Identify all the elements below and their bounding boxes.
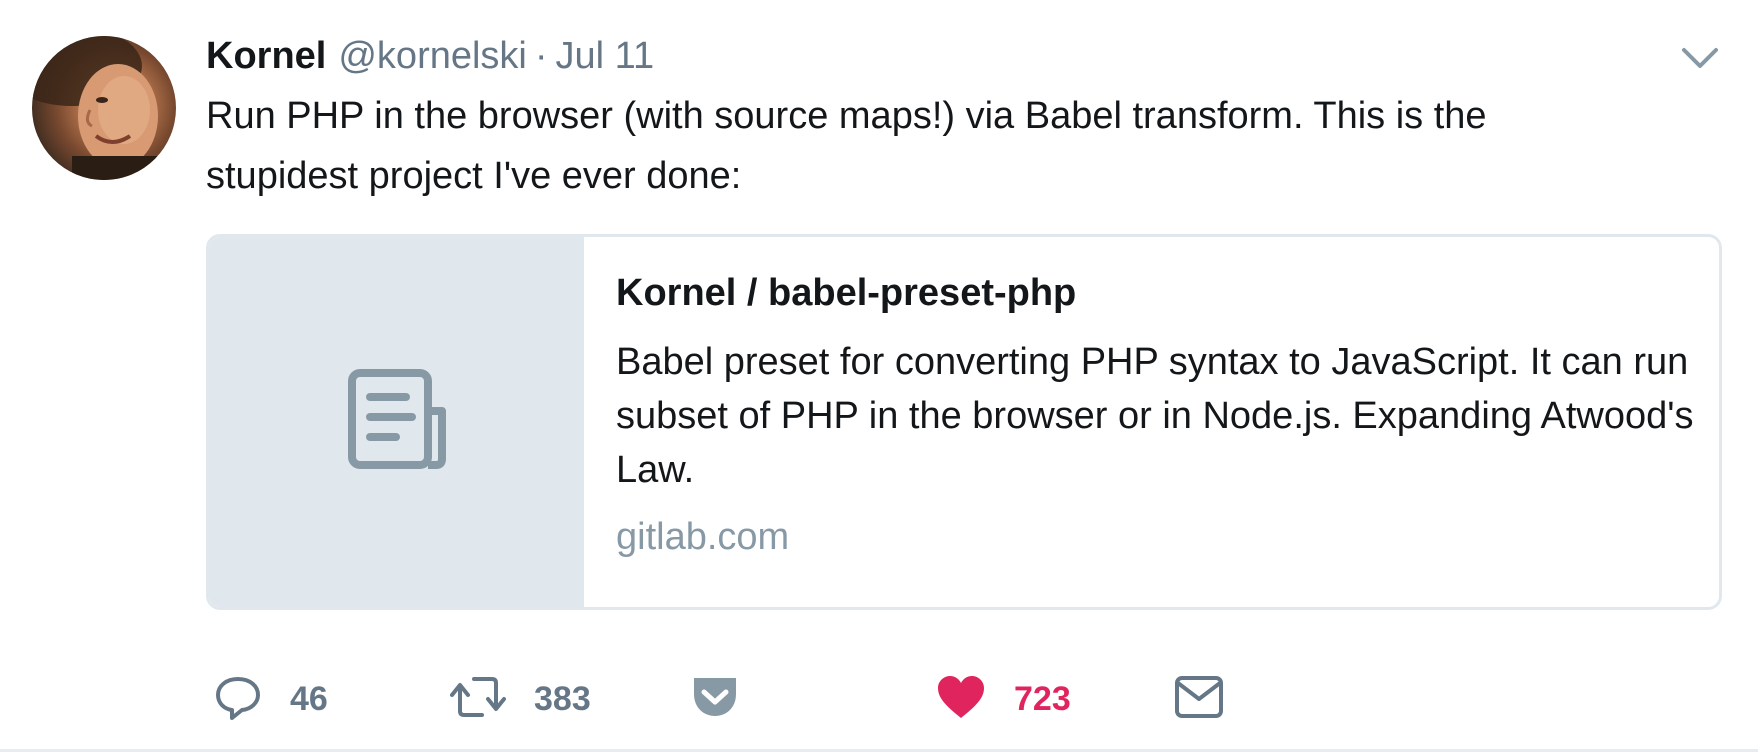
heart-icon <box>936 674 986 725</box>
author-name[interactable]: Kornel <box>206 28 326 84</box>
card-domain: gitlab.com <box>616 516 790 558</box>
like-button[interactable]: 723 <box>936 668 1071 730</box>
tweet: Kornel @kornelski · Jul 11 Run PHP in th… <box>0 0 1758 752</box>
reply-icon <box>214 673 262 726</box>
tweet-header: Kornel @kornelski · Jul 11 <box>206 28 654 84</box>
pocket-button[interactable] <box>690 668 740 730</box>
card-description: Babel preset for converting PHP syntax t… <box>616 341 1694 491</box>
retweet-button[interactable]: 383 <box>450 668 591 730</box>
envelope-icon <box>1174 675 1224 724</box>
tweet-date[interactable]: Jul 11 <box>556 28 655 84</box>
card-body: Kornel / babel-preset-php Babel preset f… <box>584 237 1719 607</box>
reply-count: 46 <box>290 680 328 718</box>
card-thumbnail <box>209 237 584 607</box>
chevron-down-icon[interactable] <box>1680 44 1720 72</box>
tweet-actions: 46 383 723 <box>0 668 1758 730</box>
retweet-icon <box>450 673 506 726</box>
link-card[interactable]: Kornel / babel-preset-php Babel preset f… <box>206 234 1722 610</box>
card-title: Kornel / babel-preset-php <box>616 272 1077 314</box>
separator: · <box>534 35 548 77</box>
reply-button[interactable]: 46 <box>214 668 328 730</box>
document-icon <box>342 365 452 480</box>
pocket-icon <box>690 674 740 725</box>
avatar[interactable] <box>32 36 176 180</box>
like-count: 723 <box>1014 680 1071 718</box>
retweet-count: 383 <box>534 680 591 718</box>
direct-message-button[interactable] <box>1174 668 1224 730</box>
tweet-text: Run PHP in the browser (with source maps… <box>206 95 1498 197</box>
author-handle[interactable]: @kornelski <box>338 28 527 84</box>
